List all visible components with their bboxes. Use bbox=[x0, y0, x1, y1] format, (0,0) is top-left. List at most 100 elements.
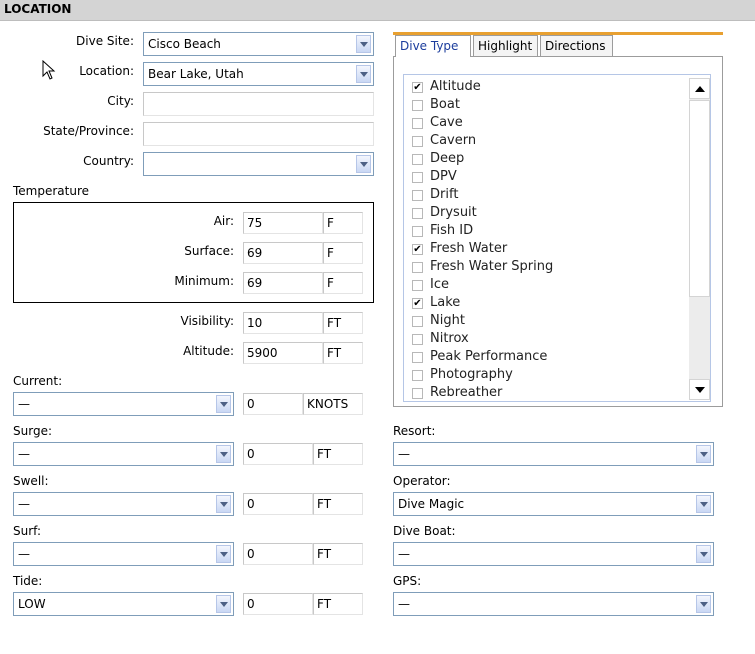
state-input[interactable] bbox=[143, 122, 374, 146]
dive-type-checkbox[interactable] bbox=[412, 118, 423, 129]
dive-type-label: Drift bbox=[430, 187, 459, 202]
dive-type-checkbox[interactable] bbox=[412, 226, 423, 237]
section-title: LOCATION bbox=[4, 2, 72, 16]
dive-site-select[interactable]: Cisco Beach bbox=[143, 32, 374, 56]
altitude-label: Altitude: bbox=[183, 344, 234, 358]
dive-type-checkbox[interactable] bbox=[412, 262, 423, 273]
chevron-down-icon[interactable] bbox=[356, 35, 371, 53]
location-value: Bear Lake, Utah bbox=[148, 67, 244, 81]
chevron-down-icon[interactable] bbox=[216, 495, 231, 513]
minimum-unit: F bbox=[323, 272, 363, 294]
dive-type-label: Boat bbox=[430, 97, 460, 112]
resort-select[interactable]: — bbox=[393, 442, 714, 466]
dive-type-checkbox[interactable] bbox=[412, 208, 423, 219]
dive-type-label: Altitude bbox=[430, 79, 481, 94]
dive-type-label: Night bbox=[430, 313, 465, 328]
current-select-value: — bbox=[18, 397, 30, 411]
chevron-down-icon[interactable] bbox=[216, 395, 231, 413]
current-input[interactable]: 0 bbox=[243, 393, 303, 415]
surface-input[interactable]: 69 bbox=[243, 242, 323, 264]
city-label: City: bbox=[107, 94, 134, 108]
dive-type-checkbox[interactable]: ✔ bbox=[412, 82, 423, 93]
altitude-input[interactable]: 5900 bbox=[243, 342, 323, 364]
chevron-down-icon[interactable] bbox=[216, 445, 231, 463]
surge-label: Surge: bbox=[13, 424, 52, 438]
scroll-down-icon[interactable] bbox=[689, 379, 710, 400]
tab-dive-type[interactable]: Dive Type bbox=[395, 35, 471, 57]
surf-unit: FT bbox=[313, 543, 363, 565]
operator-value: Dive Magic bbox=[398, 497, 465, 511]
dive-type-checkbox[interactable] bbox=[412, 280, 423, 291]
chevron-down-icon[interactable] bbox=[696, 495, 711, 513]
dive-type-checkbox[interactable] bbox=[412, 154, 423, 165]
current-label: Current: bbox=[13, 374, 63, 388]
chevron-down-icon[interactable] bbox=[216, 545, 231, 563]
chevron-down-icon[interactable] bbox=[696, 595, 711, 613]
swell-select[interactable]: — bbox=[13, 492, 234, 516]
chevron-down-icon[interactable] bbox=[696, 445, 711, 463]
operator-label: Operator: bbox=[393, 474, 451, 488]
chevron-down-icon[interactable] bbox=[356, 155, 371, 173]
tide-unit: FT bbox=[313, 593, 363, 615]
dive-type-label: Peak Performance bbox=[430, 349, 548, 364]
visibility-unit: FT bbox=[323, 312, 363, 334]
dive-boat-label: Dive Boat: bbox=[393, 524, 456, 538]
chevron-down-icon[interactable] bbox=[216, 595, 231, 613]
country-label: Country: bbox=[83, 154, 134, 168]
minimum-input[interactable]: 69 bbox=[243, 272, 323, 294]
dive-type-checkbox[interactable] bbox=[412, 172, 423, 183]
tab-highlight[interactable]: Highlight bbox=[473, 35, 538, 56]
tide-input[interactable]: 0 bbox=[243, 593, 313, 615]
dive-type-checkbox[interactable]: ✔ bbox=[412, 244, 423, 255]
dive-type-label: Deep bbox=[430, 151, 465, 166]
surf-select[interactable]: — bbox=[13, 542, 234, 566]
swell-label: Swell: bbox=[13, 474, 49, 488]
dive-type-label: Drysuit bbox=[430, 205, 477, 220]
current-select[interactable]: — bbox=[13, 392, 234, 416]
surge-input[interactable]: 0 bbox=[243, 443, 313, 465]
scroll-up-icon[interactable] bbox=[689, 78, 710, 99]
scrollbar-thumb[interactable] bbox=[689, 100, 710, 297]
dive-type-checkbox[interactable] bbox=[412, 388, 423, 399]
chevron-down-icon[interactable] bbox=[696, 545, 711, 563]
tab-directions[interactable]: Directions bbox=[540, 35, 613, 56]
operator-select[interactable]: Dive Magic bbox=[393, 492, 714, 516]
tide-select[interactable]: LOW bbox=[13, 592, 234, 616]
dive-type-checkbox[interactable] bbox=[412, 334, 423, 345]
air-input[interactable]: 75 bbox=[243, 212, 323, 234]
city-input[interactable] bbox=[143, 92, 374, 116]
surf-input[interactable]: 0 bbox=[243, 543, 313, 565]
location-label: Location: bbox=[79, 64, 134, 78]
swell-input[interactable]: 0 bbox=[243, 493, 313, 515]
dive-type-checkbox[interactable] bbox=[412, 136, 423, 147]
dive-type-checkbox[interactable]: ✔ bbox=[412, 298, 423, 309]
dive-type-label: Lake bbox=[430, 295, 461, 310]
country-select[interactable] bbox=[143, 152, 374, 176]
surge-unit: FT bbox=[313, 443, 363, 465]
dive-type-label: Rebreather bbox=[430, 385, 503, 400]
swell-unit: FT bbox=[313, 493, 363, 515]
dive-type-checkbox[interactable] bbox=[412, 352, 423, 363]
swell-select-value: — bbox=[18, 497, 30, 511]
dive-type-label: Nitrox bbox=[430, 331, 469, 346]
dive-type-checkbox[interactable] bbox=[412, 316, 423, 327]
dive-type-checkbox[interactable] bbox=[412, 100, 423, 111]
dive-boat-select[interactable]: — bbox=[393, 542, 714, 566]
dive-type-list[interactable]: ✔ Altitude Boat Cave Cavern Deep DPV Drift Drysu… bbox=[403, 74, 711, 402]
dive-site-value: Cisco Beach bbox=[148, 37, 221, 51]
location-select[interactable]: Bear Lake, Utah bbox=[143, 62, 374, 86]
dive-type-checkbox[interactable] bbox=[412, 190, 423, 201]
surface-label: Surface: bbox=[184, 244, 234, 258]
chevron-down-icon[interactable] bbox=[356, 65, 371, 83]
gps-select[interactable]: — bbox=[393, 592, 714, 616]
dive-type-checkbox[interactable] bbox=[412, 370, 423, 381]
gps-value: — bbox=[398, 597, 410, 611]
surge-select[interactable]: — bbox=[13, 442, 234, 466]
visibility-input[interactable]: 10 bbox=[243, 312, 323, 334]
dive-type-label: Cavern bbox=[430, 133, 477, 148]
altitude-unit: FT bbox=[323, 342, 363, 364]
resort-label: Resort: bbox=[393, 424, 436, 438]
surface-unit: F bbox=[323, 242, 363, 264]
air-unit: F bbox=[323, 212, 363, 234]
dive-site-label: Dive Site: bbox=[76, 34, 134, 48]
